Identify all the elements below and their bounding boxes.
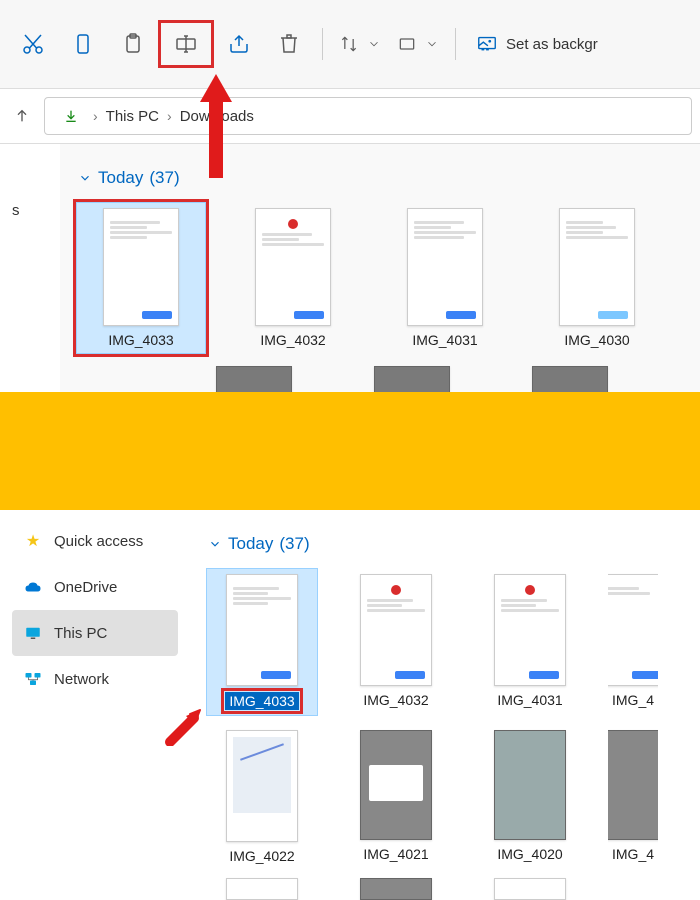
file-item[interactable]: IMG_4 (608, 568, 658, 716)
file-thumb[interactable] (226, 878, 298, 900)
file-thumb (494, 730, 566, 840)
files-pane-top[interactable]: Today (37) IMG_4033 IMG_4032 (60, 144, 700, 412)
file-thumb (360, 730, 432, 840)
file-name: IMG_4032 (260, 332, 325, 348)
sidebar: ★ Quick access OneDrive This PC Network (0, 510, 190, 900)
view-dropdown[interactable] (389, 24, 447, 64)
file-item[interactable]: IMG_4030 (532, 202, 662, 354)
sidebar-item-onedrive[interactable]: OneDrive (12, 564, 178, 610)
file-grid: IMG_4033 IMG_4032 IMG_4031 (76, 202, 684, 354)
cut-button[interactable] (8, 24, 58, 64)
cloud-icon (24, 578, 42, 596)
file-grid: IMG_4033 IMG_4032 IMG_4031 (206, 568, 684, 716)
delete-button[interactable] (264, 24, 314, 64)
file-thumb[interactable] (360, 878, 432, 900)
sidebar-label: OneDrive (54, 579, 117, 596)
downloads-icon (57, 102, 85, 130)
sidebar-label: This PC (54, 625, 107, 642)
share-button[interactable] (214, 24, 264, 64)
file-item[interactable]: IMG_4020 (474, 724, 586, 870)
group-header-today[interactable]: Today (37) (78, 168, 684, 188)
group-header-today[interactable]: Today (37) (208, 534, 684, 554)
separator-banner (0, 392, 700, 510)
sidebar-truncated: s (12, 202, 48, 219)
file-item[interactable]: IMG_4032 (228, 202, 358, 354)
pc-icon (24, 624, 42, 642)
file-name: IMG_4032 (363, 692, 428, 708)
file-name: IMG_4031 (412, 332, 477, 348)
group-count: (37) (149, 168, 179, 188)
file-item[interactable]: IMG_4031 (474, 568, 586, 716)
file-name: IMG_4021 (363, 846, 428, 862)
file-item[interactable]: IMG_4022 (206, 724, 318, 870)
file-thumb (608, 730, 658, 840)
file-thumb (226, 730, 298, 842)
file-thumb (494, 574, 566, 686)
annotation-arrow-down (196, 74, 236, 178)
rename-button[interactable] (158, 20, 214, 68)
paste-button[interactable] (108, 24, 158, 64)
file-grid-row3 (206, 878, 684, 900)
toolbar-divider-2 (455, 28, 456, 60)
group-label: Today (228, 534, 273, 554)
file-name: IMG_4 (612, 846, 654, 862)
file-thumb (360, 574, 432, 686)
file-name: IMG_4020 (497, 846, 562, 862)
annotation-arrow-pointer (164, 706, 204, 746)
sidebar-label: Network (54, 671, 109, 688)
file-item[interactable]: IMG_4031 (380, 202, 510, 354)
file-name: IMG_4031 (497, 692, 562, 708)
file-name-editing[interactable]: IMG_4033 (225, 692, 298, 710)
set-background-label: Set as backgr (506, 36, 598, 53)
sidebar-stub: s (0, 144, 60, 412)
group-label: Today (98, 168, 143, 188)
file-item[interactable]: IMG_4033 (76, 202, 206, 354)
breadcrumb-bar: › This PC › Downloads (0, 88, 700, 144)
copy-button[interactable] (58, 24, 108, 64)
breadcrumb-thispc[interactable]: This PC (106, 108, 159, 125)
file-thumb (559, 208, 635, 326)
file-name: IMG_4 (612, 692, 654, 708)
sidebar-item-thispc[interactable]: This PC (12, 610, 178, 656)
content-bottom: ★ Quick access OneDrive This PC Network … (0, 510, 700, 900)
sidebar-item-network[interactable]: Network (12, 656, 178, 702)
sidebar-label: Quick access (54, 533, 143, 550)
content-top: s Today (37) IMG_4033 IMG_4032 (0, 144, 700, 412)
network-icon (24, 670, 42, 688)
files-pane-bottom[interactable]: Today (37) IMG_4033 IMG_4032 (190, 510, 700, 900)
file-thumb (103, 208, 179, 326)
breadcrumb-sep: › (167, 108, 172, 124)
file-thumb (407, 208, 483, 326)
breadcrumb-path[interactable]: › This PC › Downloads (44, 97, 692, 135)
sidebar-item-quick-access[interactable]: ★ Quick access (12, 518, 178, 564)
file-item[interactable]: IMG_4033 (206, 568, 318, 716)
file-thumb (255, 208, 331, 326)
breadcrumb-sep: › (93, 108, 98, 124)
file-item[interactable]: IMG_4 (608, 724, 658, 870)
file-thumb[interactable] (494, 878, 566, 900)
sort-dropdown[interactable] (331, 24, 389, 64)
file-thumb (226, 574, 298, 686)
file-name: IMG_4030 (564, 332, 629, 348)
file-item[interactable]: IMG_4032 (340, 568, 452, 716)
set-background-button[interactable]: Set as backgr (464, 33, 610, 55)
toolbar: Set as backgr (0, 0, 700, 88)
file-item[interactable]: IMG_4021 (340, 724, 452, 870)
file-name: IMG_4022 (229, 848, 294, 864)
up-button[interactable] (8, 102, 36, 130)
group-count: (37) (279, 534, 309, 554)
star-icon: ★ (24, 532, 42, 550)
toolbar-divider (322, 28, 323, 60)
file-name: IMG_4033 (108, 332, 173, 348)
file-thumb (608, 574, 658, 686)
file-grid-row2: IMG_4022 IMG_4021 IMG_4020 IMG_4 (206, 724, 684, 870)
